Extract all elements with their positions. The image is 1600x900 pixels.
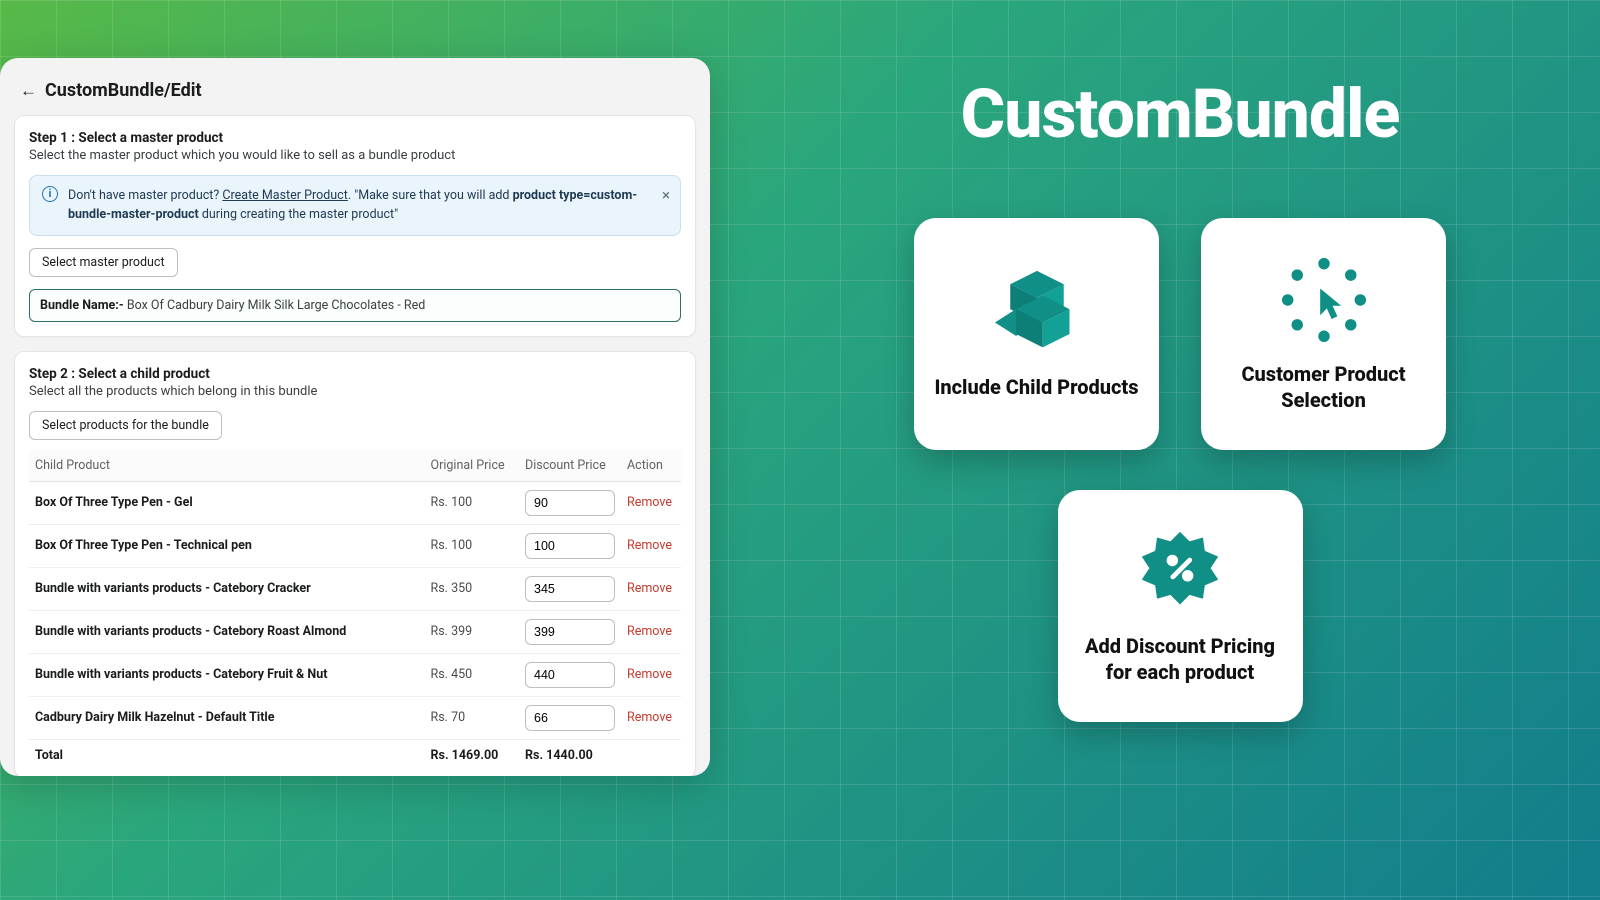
discount-price-input[interactable] [525,619,615,645]
discount-price-input[interactable] [525,576,615,602]
remove-link[interactable]: Remove [627,581,672,596]
admin-window: ← CustomBundle/Edit Step 1 : Select a ma… [0,58,710,776]
back-arrow-icon[interactable]: ← [20,81,37,101]
discount-price-input[interactable] [525,490,615,516]
info-banner: i Don't have master product? Create Mast… [29,175,681,236]
table-total-row: TotalRs. 1469.00Rs. 1440.00 [29,739,681,771]
step2-title: Step 2 : Select a child product [29,366,681,382]
table-row: Cadbury Dairy Milk Hazelnut - Default Ti… [29,696,681,739]
child-product-name: Bundle with variants products - Catebory… [29,567,425,610]
th-action: Action [621,450,681,482]
total-discount: Rs. 1440.00 [519,739,621,771]
th-original-price: Original Price [425,450,520,482]
step1-title: Step 1 : Select a master product [29,130,681,146]
table-row: Bundle with variants products - Catebory… [29,653,681,696]
promo-tile-row-1: Include Child Products [914,218,1446,450]
promo-tile-row-2: Add Discount Pricing for each product [1058,490,1303,722]
tile-include-child-products: Include Child Products [914,218,1159,450]
remove-link[interactable]: Remove [627,624,672,639]
tile-label: Include Child Products [934,374,1138,400]
th-discount-price: Discount Price [519,450,621,482]
child-product-name: Cadbury Dairy Milk Hazelnut - Default Ti… [29,696,425,739]
boxes-icon [989,268,1085,356]
select-child-products-button[interactable]: Select products for the bundle [29,411,222,440]
tile-label: Customer Product Selection [1217,361,1430,413]
selection-icon [1276,255,1372,343]
tile-customer-product-selection: Customer Product Selection [1201,218,1446,450]
banner-text-suffix: during creating the master product" [199,207,398,222]
tile-discount-pricing: Add Discount Pricing for each product [1058,490,1303,722]
breadcrumb-row: ← CustomBundle/Edit [14,80,696,115]
select-master-product-button[interactable]: Select master product [29,248,178,277]
remove-link[interactable]: Remove [627,710,672,725]
bundle-name-label: Bundle Name:- [40,298,127,313]
child-product-name: Bundle with variants products - Catebory… [29,610,425,653]
child-product-name: Bundle with variants products - Catebory… [29,653,425,696]
table-row: Box Of Three Type Pen - Technical penRs.… [29,524,681,567]
total-label: Total [29,739,425,771]
table-row: Bundle with variants products - Catebory… [29,567,681,610]
tile-label: Add Discount Pricing for each product [1074,633,1287,685]
discount-price-input[interactable] [525,533,615,559]
promo-panel: CustomBundle [760,0,1600,900]
child-products-table: Child Product Original Price Discount Pr… [29,450,681,771]
original-price: Rs. 70 [425,696,520,739]
banner-text-mid: . "Make sure that you will add [348,188,513,203]
step1-card: Step 1 : Select a master product Select … [14,115,696,337]
th-child-product: Child Product [29,450,425,482]
total-original: Rs. 1469.00 [425,739,520,771]
info-icon: i [42,186,58,202]
create-master-product-link[interactable]: Create Master Product [222,188,347,203]
original-price: Rs. 450 [425,653,520,696]
original-price: Rs. 100 [425,481,520,524]
child-product-name: Box Of Three Type Pen - Technical pen [29,524,425,567]
discount-price-input[interactable] [525,662,615,688]
promo-title: CustomBundle [961,74,1400,154]
step2-card: Step 2 : Select a child product Select a… [14,351,696,776]
remove-link[interactable]: Remove [627,667,672,682]
bundle-name-field[interactable]: Bundle Name:- Box Of Cadbury Dairy Milk … [29,289,681,322]
discount-price-input[interactable] [525,705,615,731]
step2-desc: Select all the products which belong in … [29,384,681,399]
remove-link[interactable]: Remove [627,495,672,510]
banner-text-prefix: Don't have master product? [68,188,222,203]
child-product-name: Box Of Three Type Pen - Gel [29,481,425,524]
table-row: Bundle with variants products - Catebory… [29,610,681,653]
bundle-name-value: Box Of Cadbury Dairy Milk Silk Large Cho… [127,298,425,313]
close-icon[interactable]: × [662,184,670,207]
original-price: Rs. 399 [425,610,520,653]
breadcrumb: CustomBundle/Edit [45,80,202,101]
table-row: Box Of Three Type Pen - GelRs. 100 Remove [29,481,681,524]
step1-desc: Select the master product which you woul… [29,148,681,163]
original-price: Rs. 100 [425,524,520,567]
original-price: Rs. 350 [425,567,520,610]
discount-badge-icon [1132,527,1228,615]
remove-link[interactable]: Remove [627,538,672,553]
